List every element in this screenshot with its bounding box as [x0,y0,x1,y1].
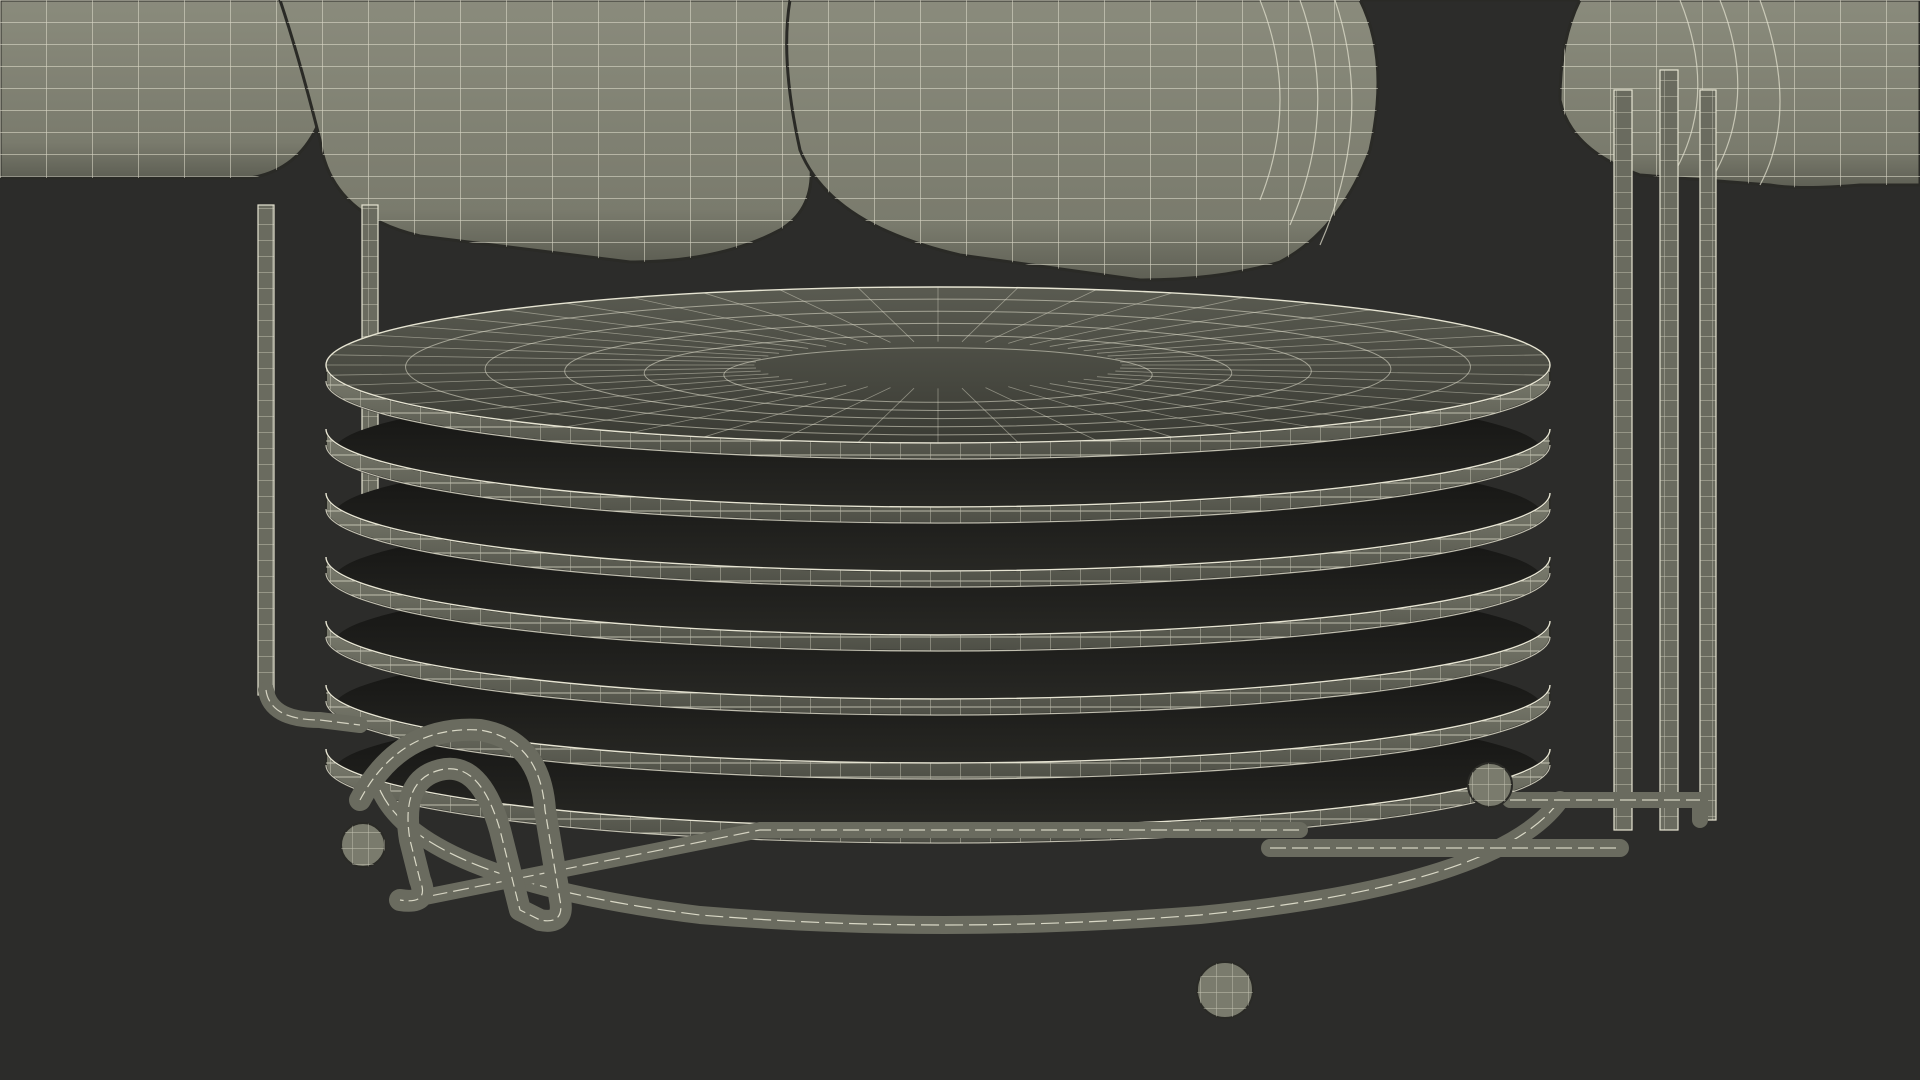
wireframe-render-canvas [0,0,1920,1080]
plate-1 [325,286,1551,460]
plate-icon [325,286,1551,844]
mug-1 [0,0,324,180]
